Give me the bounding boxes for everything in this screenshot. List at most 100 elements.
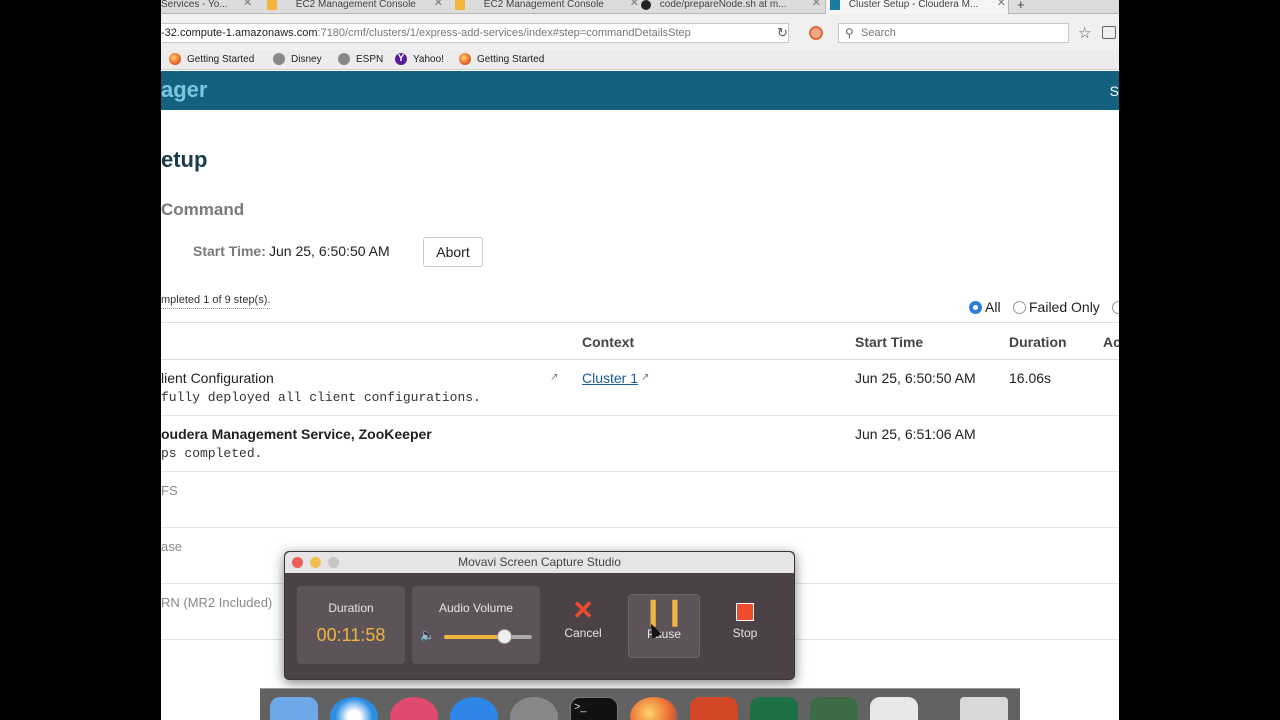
filter-all[interactable]: All: [969, 299, 1001, 315]
step-name: RN (MR2 Included): [161, 595, 273, 610]
volume-fill: [444, 635, 504, 639]
textedit-icon[interactable]: [870, 697, 918, 720]
bookmark-getting-started[interactable]: Getting Started: [169, 53, 254, 66]
url-field[interactable]: -32.compute-1.amazonaws.com:7180/cmf/clu…: [161, 23, 789, 43]
volume-slider[interactable]: [444, 629, 532, 644]
tab-close-icon[interactable]: ✕: [812, 0, 821, 9]
external-link-icon[interactable]: ↗: [550, 372, 558, 383]
external-link-icon[interactable]: ↗: [641, 372, 649, 383]
column-duration: Duration: [1009, 334, 1067, 350]
filter-label: All: [985, 299, 1001, 315]
video-editor-icon[interactable]: [810, 697, 858, 720]
stop-button[interactable]: Stop: [709, 594, 781, 658]
table-header: Context Start Time Duration Ac: [161, 322, 1119, 360]
reading-list-icon[interactable]: [1102, 26, 1116, 39]
search-icon: ⚲: [845, 26, 854, 40]
browser-tab[interactable]: EC2 Management Console ✕: [455, 0, 639, 14]
bookmark-yahoo[interactable]: Y Yahoo!: [395, 53, 444, 66]
safari-icon[interactable]: [330, 697, 378, 720]
tab-close-icon[interactable]: ✕: [434, 0, 443, 9]
context-link[interactable]: Cluster 1: [582, 370, 638, 386]
duration-label: Duration: [328, 601, 374, 615]
volume-knob[interactable]: [496, 629, 512, 644]
tab-close-icon[interactable]: ✕: [243, 0, 252, 9]
filter-more[interactable]: [1112, 299, 1119, 315]
column-start-time: Start Time: [855, 334, 924, 350]
column-context: Context: [582, 334, 635, 350]
command-title: Command: [161, 200, 245, 219]
progress-summary: mpleted 1 of 9 step(s).: [161, 294, 271, 309]
bookmark-disney[interactable]: Disney: [273, 53, 322, 66]
screen-capture-window: Movavi Screen Capture Studio Duration 00…: [284, 551, 795, 680]
browser-tab-active[interactable]: Cluster Setup - Cloudera M... ✕: [825, 0, 1009, 14]
tab-label: EC2 Management Console: [483, 0, 604, 10]
audio-volume-panel: Audio Volume 🔈: [412, 586, 540, 664]
capture-title: Movavi Screen Capture Studio: [458, 555, 621, 569]
close-window-icon[interactable]: [292, 557, 303, 568]
finder-icon[interactable]: [270, 697, 318, 720]
header-menu[interactable]: S: [1110, 83, 1119, 99]
table-row: FS: [161, 472, 1119, 528]
browser-tab[interactable]: Services - Yo... ✕: [161, 0, 259, 14]
bookmarks-bar: Getting Started Disney ESPN Y Yahoo! Gett…: [161, 50, 1119, 70]
app-store-icon[interactable]: [450, 697, 498, 720]
minimize-window-icon[interactable]: [310, 557, 321, 568]
step-name: oudera Management Service, ZooKeeper: [161, 426, 432, 442]
bookmark-star-icon[interactable]: ☆: [1078, 24, 1091, 42]
trash-icon[interactable]: [960, 697, 1008, 720]
new-tab-button[interactable]: +: [1017, 0, 1031, 14]
duration-value: 00:11:58: [316, 625, 386, 645]
excel-icon[interactable]: [750, 697, 798, 720]
radio-icon: [1013, 301, 1026, 314]
speaker-icon: 🔈: [420, 628, 435, 642]
bookmark-label: Disney: [291, 54, 322, 65]
globe-icon: [273, 53, 285, 65]
start-time-label: Start Time:: [193, 243, 266, 259]
search-input[interactable]: ⚲ Search: [838, 23, 1069, 43]
url-host: -32.compute-1.amazonaws.com: [161, 27, 318, 39]
bookmark-label: Getting Started: [187, 54, 255, 65]
tab-close-icon[interactable]: ✕: [630, 0, 639, 9]
music-icon[interactable]: [390, 697, 438, 720]
bookmark-label: Yahoo!: [413, 54, 444, 65]
firefox-dock-icon[interactable]: [630, 697, 678, 720]
extension-icon[interactable]: [809, 26, 823, 40]
step-start-time: Jun 25, 6:50:50 AM: [855, 370, 976, 386]
tab-label: EC2 Management Console: [295, 0, 416, 10]
step-start-time: Jun 25, 6:51:06 AM: [855, 426, 976, 442]
globe-icon: [338, 53, 350, 65]
tab-close-icon[interactable]: ✕: [997, 0, 1006, 9]
dock: >_: [260, 688, 1020, 720]
bookmark-getting-started-2[interactable]: Getting Started: [459, 53, 544, 66]
screen: Services - Yo... ✕ EC2 Management Consol…: [161, 0, 1119, 720]
column-actions: Ac: [1103, 334, 1119, 350]
powerpoint-icon[interactable]: [690, 697, 738, 720]
app-logo[interactable]: ager: [161, 77, 207, 103]
browser-tab[interactable]: code/prepareNode.sh at m... ✕: [641, 0, 821, 14]
cancel-x-icon: ✕: [572, 595, 594, 625]
zoom-window-icon[interactable]: [328, 557, 339, 568]
page-title: etup: [161, 147, 208, 172]
filter-failed-only[interactable]: Failed Only: [1013, 299, 1100, 315]
abort-button[interactable]: Abort: [423, 237, 483, 267]
cancel-button[interactable]: ✕ Cancel: [547, 594, 619, 658]
bookmark-espn[interactable]: ESPN: [338, 53, 383, 66]
tab-label: Cluster Setup - Cloudera M...: [848, 0, 979, 10]
bookmark-label: Getting Started: [477, 54, 545, 65]
browser-tab[interactable]: EC2 Management Console ✕: [267, 0, 443, 14]
yahoo-icon: Y: [395, 53, 407, 65]
aws-icon: [455, 0, 465, 10]
step-detail: ps completed.: [161, 446, 263, 461]
system-preferences-icon[interactable]: [510, 697, 558, 720]
github-icon: [641, 0, 651, 10]
terminal-icon[interactable]: >_: [570, 697, 618, 720]
capture-title-bar[interactable]: Movavi Screen Capture Studio: [285, 552, 794, 573]
app-header: ager S: [161, 71, 1119, 110]
pause-label: Pause: [646, 627, 682, 641]
duration-panel: Duration 00:11:58: [297, 586, 405, 664]
start-time-value: Jun 25, 6:50:50 AM: [269, 243, 390, 259]
reload-icon[interactable]: ↻: [777, 25, 788, 41]
pause-button[interactable]: ❙❙ Pause: [628, 594, 700, 658]
table-row: oudera Management Service, ZooKeeper ps …: [161, 416, 1119, 472]
step-name: FS: [161, 483, 178, 498]
